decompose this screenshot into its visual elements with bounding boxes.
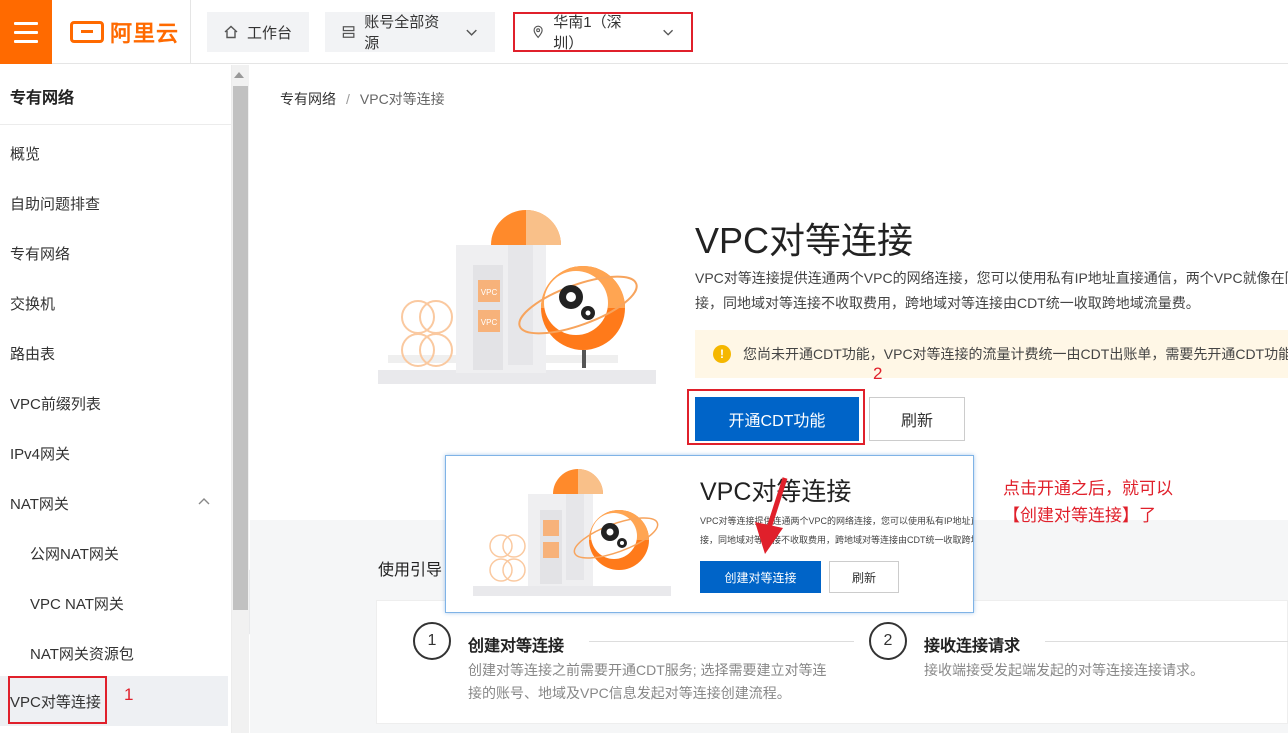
- sidebar-item-nat-package[interactable]: NAT网关资源包: [0, 628, 230, 678]
- hamburger-menu-icon[interactable]: [0, 0, 52, 64]
- annotation-arrow-icon: [755, 477, 788, 554]
- warning-text: 您尚未开通CDT功能，VPC对等连接的流量计费统一由CDT出账单，需要先开通CD…: [743, 346, 1288, 362]
- sidebar-item-label: 公网NAT网关: [30, 545, 119, 563]
- create-peering-button[interactable]: 创建对等连接: [700, 561, 821, 593]
- sidebar-item-prefix-list[interactable]: VPC前缀列表: [0, 378, 230, 428]
- account-resources-label: 账号全部资源: [364, 14, 440, 52]
- sidebar-item-vswitch[interactable]: 交换机: [0, 278, 230, 328]
- warning-icon: !: [713, 345, 731, 363]
- sidebar-item-label: 概览: [10, 145, 41, 163]
- sidebar-title: 专有网络: [10, 90, 75, 107]
- refresh-button[interactable]: 刷新: [869, 397, 965, 441]
- workbench-button[interactable]: 工作台: [207, 12, 309, 52]
- guide-steps-card: 1 创建对等连接 创建对等连接之前需要开通CDT服务; 选择需要建立对等连 接的…: [376, 600, 1288, 724]
- location-pin-icon: [533, 25, 543, 39]
- scroll-up-arrow-icon[interactable]: [234, 72, 244, 78]
- brand-name: 阿里云: [110, 21, 180, 46]
- chevron-down-icon: [466, 29, 477, 36]
- step-number: 1: [413, 622, 451, 660]
- after-state-preview-panel: VPC对等连接 VPC对等连接提供连通两个VPC的网络连接，您可以使用私有IP地…: [445, 455, 974, 613]
- annotation-note-line: 【创建对等连接】了: [1003, 506, 1156, 525]
- sidebar-item-vpc-nat[interactable]: VPC NAT网关: [0, 578, 230, 628]
- annotation-marker-1: 1: [124, 685, 134, 704]
- hero-description-line: 接，同地域对等连接不收取费用，跨地域对等连接由CDT统一收取跨地域流量费。: [695, 295, 1200, 311]
- step-description-line: 接收端接受发起端发起的对等连接连接请求。: [924, 662, 1204, 678]
- hero-description-line: VPC对等连接提供连通两个VPC的网络连接，您可以使用私有IP地址直接通信，两个…: [695, 270, 1288, 286]
- resource-list-icon: [342, 26, 355, 38]
- chevron-up-icon: [198, 498, 210, 505]
- vpc-peering-illustration: VPC VPC: [378, 210, 656, 384]
- illus-label: VPC: [481, 318, 498, 327]
- popup-refresh-button[interactable]: 刷新: [829, 561, 899, 593]
- divider: [190, 0, 191, 64]
- sidebar-item-vpc[interactable]: 专有网络: [0, 228, 230, 278]
- step-description: 创建对等连接之前需要开通CDT服务; 选择需要建立对等连 接的账号、地域及VPC…: [468, 659, 827, 705]
- step-description-line: 接的账号、地域及VPC信息发起对等连接创建流程。: [468, 685, 791, 701]
- breadcrumb: 专有网络 / VPC对等连接: [280, 89, 445, 109]
- breadcrumb-current: VPC对等连接: [359, 91, 445, 107]
- hero-description: VPC对等连接提供连通两个VPC的网络连接，您可以使用私有IP地址直接通信，两个…: [695, 266, 1288, 316]
- sidebar-item-route-table[interactable]: 路由表: [0, 328, 230, 378]
- sidebar-item-label: 专有网络: [10, 245, 71, 263]
- breadcrumb-separator: /: [346, 91, 350, 107]
- sidebar-item-label: 自助问题排查: [10, 195, 101, 213]
- sidebar-item-label: VPC NAT网关: [30, 595, 124, 613]
- workbench-label: 工作台: [247, 24, 293, 42]
- popup-description-line: VPC对等连接提供连通两个VPC的网络连接，您可以使用私有IP地址直接通信: [700, 516, 973, 526]
- divider: [0, 124, 232, 125]
- scrollbar-thumb[interactable]: [233, 86, 248, 610]
- hero-title: VPC对等连接: [695, 220, 914, 261]
- brand-logo[interactable]: 阿里云: [70, 18, 179, 46]
- annotation-note-line: 点击开通之后，就可以: [1003, 479, 1173, 498]
- annotation-highlight-box: [8, 676, 107, 724]
- popup-description: VPC对等连接提供连通两个VPC的网络连接，您可以使用私有IP地址直接通信 接，…: [700, 512, 973, 550]
- step-number: 2: [869, 622, 907, 660]
- cdt-warning-alert: ! 您尚未开通CDT功能，VPC对等连接的流量计费统一由CDT出账单，需要先开通…: [695, 330, 1288, 378]
- sidebar-item-label: IPv4网关: [10, 445, 71, 463]
- illus-label: VPC: [481, 288, 498, 297]
- sidebar-item-label: NAT网关: [10, 495, 69, 513]
- step-description: 接收端接受发起端发起的对等连接连接请求。: [924, 659, 1204, 682]
- sidebar-item-self-troubleshoot[interactable]: 自助问题排查: [0, 178, 230, 228]
- step-connector: [1045, 641, 1288, 642]
- step-connector: [589, 641, 854, 642]
- sidebar: 专有网络 概览 自助问题排查 专有网络 交换机 路由表 VPC前缀列表 IPv4…: [0, 65, 232, 733]
- step-title: 接收连接请求: [924, 638, 1021, 655]
- annotation-note: 点击开通之后，就可以 【创建对等连接】了: [1003, 475, 1173, 529]
- top-bar: 阿里云 工作台 账号全部资源 华南1（深圳）: [0, 0, 1288, 64]
- sidebar-item-ipv4-gateway[interactable]: IPv4网关: [0, 428, 230, 478]
- sidebar-item-label: NAT网关资源包: [30, 645, 134, 663]
- step-description-line: 创建对等连接之前需要开通CDT服务; 选择需要建立对等连: [468, 662, 827, 678]
- step-title: 创建对等连接: [468, 638, 565, 655]
- annotation-marker-2: 2: [873, 364, 883, 383]
- home-icon: [224, 25, 238, 39]
- account-resources-dropdown[interactable]: 账号全部资源: [325, 12, 495, 52]
- sidebar-item-overview[interactable]: 概览: [0, 128, 230, 178]
- region-label: 华南1（深圳）: [553, 14, 622, 52]
- guide-title: 使用引导: [378, 562, 443, 579]
- sidebar-item-public-nat[interactable]: 公网NAT网关: [0, 528, 230, 578]
- enable-cdt-button[interactable]: 开通CDT功能: [695, 397, 859, 441]
- sidebar-item-nat-gateway[interactable]: NAT网关: [0, 478, 230, 528]
- sidebar-item-label: 交换机: [10, 295, 56, 313]
- aliyun-logo-icon: [70, 21, 104, 43]
- sidebar-item-label: VPC前缀列表: [10, 395, 101, 413]
- chevron-down-icon: [662, 29, 673, 36]
- breadcrumb-root[interactable]: 专有网络: [280, 91, 336, 107]
- sidebar-item-label: 路由表: [10, 345, 56, 363]
- popup-description-line: 接，同地域对等连接不收取费用，跨地域对等连接由CDT统一收取跨地域流量费。: [700, 535, 973, 545]
- region-selector[interactable]: 华南1（深圳）: [513, 12, 693, 52]
- vpc-peering-illustration: [473, 469, 671, 596]
